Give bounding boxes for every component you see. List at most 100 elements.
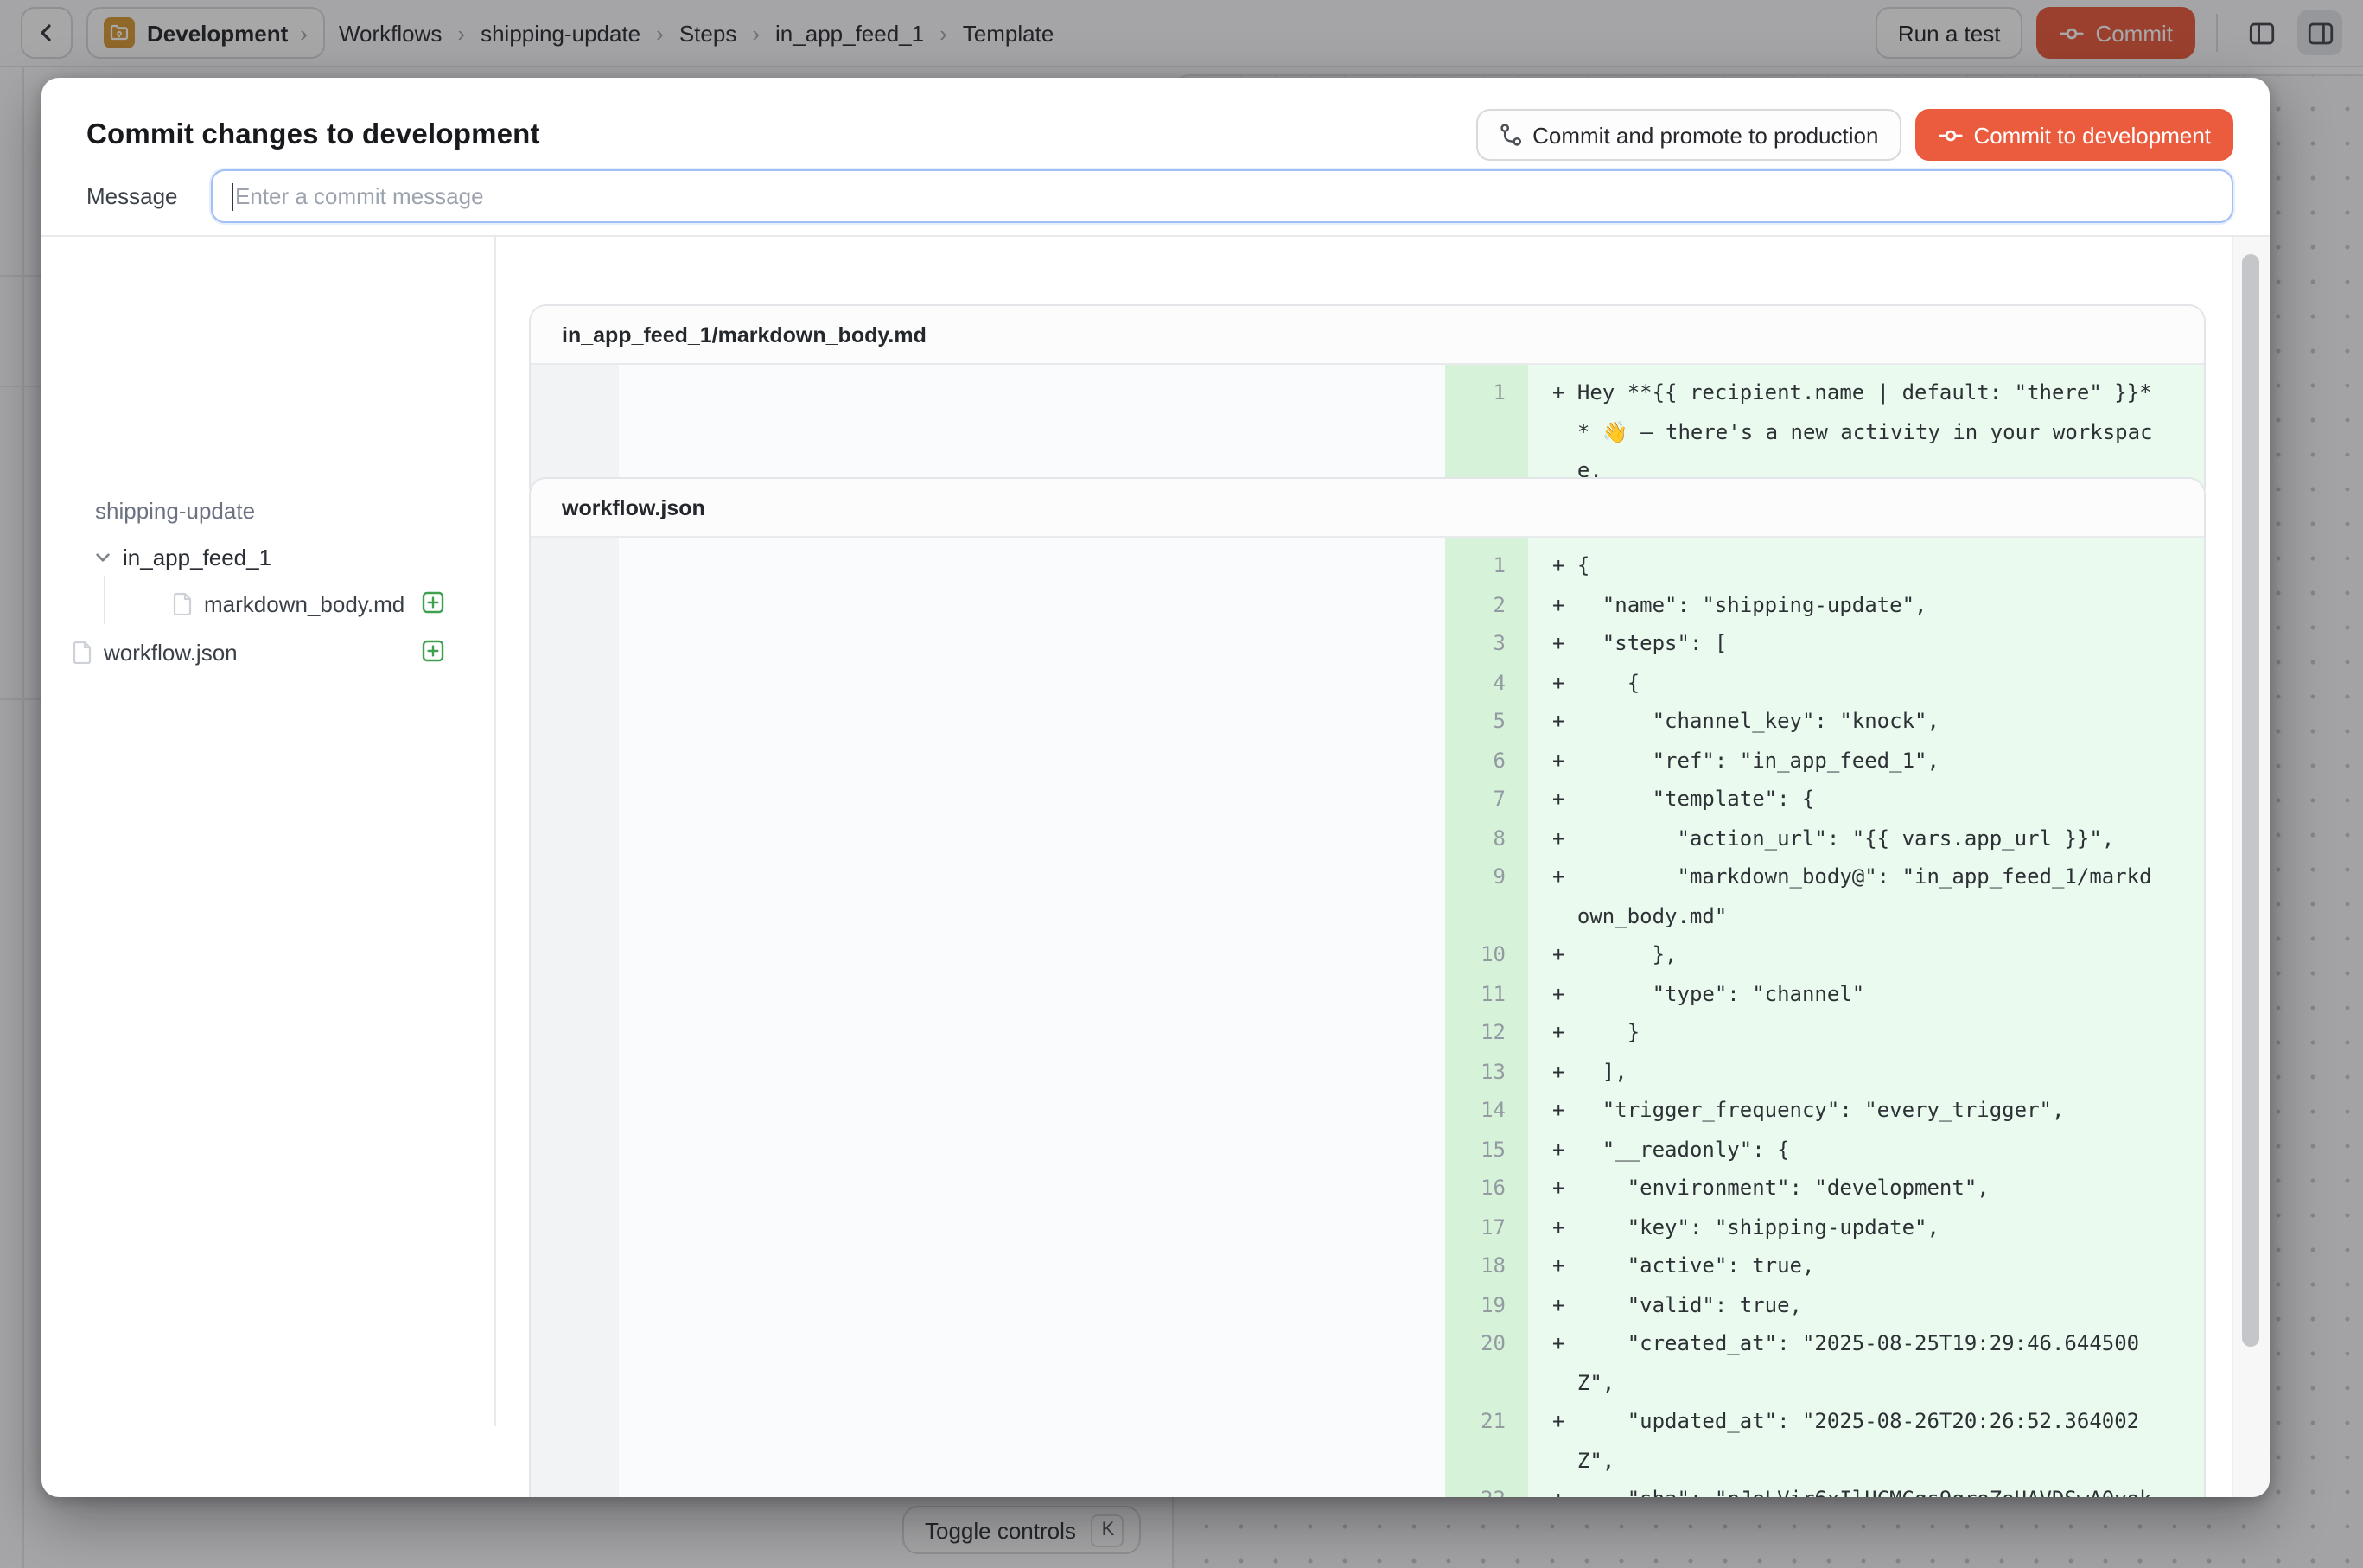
- file-icon: [73, 640, 93, 664]
- line-code: + "environment": "development",: [1528, 1169, 2204, 1208]
- commit-message-input[interactable]: [213, 171, 2232, 221]
- line-code: + {: [1528, 546, 2204, 585]
- app-root: Development › Workflows›shipping-update›…: [0, 0, 2363, 1568]
- line-number: 3: [1445, 624, 1528, 663]
- line-number: 5: [1445, 702, 1528, 741]
- line-number: 12: [1445, 1013, 1528, 1052]
- line-code: + "updated_at": "2025-08-26T20:26:52.364…: [1528, 1402, 2204, 1480]
- chevron-down-icon: [93, 547, 112, 566]
- diff-line: 5+ "channel_key": "knock",: [1445, 702, 2204, 741]
- modal-header: Commit changes to development Commit and…: [86, 109, 2233, 161]
- commit-and-promote-button[interactable]: Commit and promote to production: [1475, 109, 1901, 161]
- line-code: + {: [1528, 663, 2204, 702]
- line-code: + "channel_key": "knock",: [1528, 702, 2204, 741]
- promote-branch-icon: [1498, 123, 1522, 147]
- line-code: + ],: [1528, 1052, 2204, 1091]
- line-number: 17: [1445, 1208, 1528, 1246]
- line-number: 15: [1445, 1130, 1528, 1169]
- modal-scrollbar[interactable]: [2232, 237, 2270, 1497]
- tree-root-label: shipping-update: [95, 497, 255, 523]
- diff-line: 7+ "template": {: [1445, 780, 2204, 819]
- modal-title: Commit changes to development: [86, 118, 540, 151]
- message-label: Message: [86, 183, 211, 209]
- line-code: + "markdown_body@": "in_app_feed_1/markd…: [1528, 857, 2204, 935]
- tree-guide-line: [104, 576, 105, 624]
- diff-line: 2+ "name": "shipping-update",: [1445, 585, 2204, 624]
- diff-line: 15+ "__readonly": {: [1445, 1130, 2204, 1169]
- commit-to-development-label: Commit to development: [1973, 122, 2211, 148]
- tree-file-label: markdown_body.md: [204, 590, 404, 616]
- line-number: 6: [1445, 741, 1528, 780]
- line-number: 14: [1445, 1091, 1528, 1130]
- line-number: 18: [1445, 1246, 1528, 1285]
- line-number: 7: [1445, 780, 1528, 819]
- line-number: 2: [1445, 585, 1528, 624]
- line-code: + "template": {: [1528, 780, 2204, 819]
- changed-files-tree: shipping-update in_app_feed_1 markdown_b…: [41, 237, 494, 1497]
- line-number: 16: [1445, 1169, 1528, 1208]
- diff-new-side: 1+ {2+ "name": "shipping-update",3+ "ste…: [1445, 538, 2204, 1497]
- line-number: 20: [1445, 1324, 1528, 1363]
- diff-filename: workflow.json: [531, 479, 2204, 538]
- line-number: 21: [1445, 1402, 1528, 1441]
- line-code: + "active": true,: [1528, 1246, 2204, 1285]
- line-code: + },: [1528, 935, 2204, 974]
- line-number: 10: [1445, 935, 1528, 974]
- line-code: + }: [1528, 1013, 2204, 1052]
- line-code: + "__readonly": {: [1528, 1130, 2204, 1169]
- diff-line: 10+ },: [1445, 935, 2204, 974]
- diff-line: 4+ {: [1445, 663, 2204, 702]
- line-number: 19: [1445, 1285, 1528, 1324]
- line-code: + "type": "channel": [1528, 974, 2204, 1013]
- line-code: + "action_url": "{{ vars.app_url }}",: [1528, 819, 2204, 857]
- line-code: + "steps": [: [1528, 624, 2204, 663]
- line-number: 11: [1445, 974, 1528, 1013]
- commit-message-field: [211, 169, 2233, 223]
- line-number: 4: [1445, 663, 1528, 702]
- line-code: + "name": "shipping-update",: [1528, 585, 2204, 624]
- diff-line: 12+ }: [1445, 1013, 2204, 1052]
- diff-line: 17+ "key": "shipping-update",: [1445, 1208, 2204, 1246]
- line-code: + "trigger_frequency": "every_trigger",: [1528, 1091, 2204, 1130]
- line-code: + "valid": true,: [1528, 1285, 2204, 1324]
- tree-folder-label: in_app_feed_1: [123, 544, 271, 570]
- commit-message-row: Message: [86, 169, 2233, 223]
- commit-modal: Commit changes to development Commit and…: [41, 78, 2270, 1497]
- file-icon: [173, 591, 194, 615]
- tree-file-label: workflow.json: [104, 639, 238, 665]
- added-file-icon: [422, 591, 444, 614]
- diff-line: 9+ "markdown_body@": "in_app_feed_1/mark…: [1445, 857, 2204, 935]
- line-number: 9: [1445, 857, 1528, 896]
- tree-divider: [494, 237, 496, 1426]
- line-code: + "key": "shipping-update",: [1528, 1208, 2204, 1246]
- diff-panel-markdown: in_app_feed_1/markdown_body.md 1+ Hey **…: [529, 304, 2206, 502]
- diff-filename: in_app_feed_1/markdown_body.md: [531, 306, 2204, 365]
- tree-file-item[interactable]: workflow.json: [73, 629, 494, 674]
- diff-line: 20+ "created_at": "2025-08-25T19:29:46.6…: [1445, 1324, 2204, 1402]
- commit-to-development-button[interactable]: Commit to development: [1914, 109, 2233, 161]
- diff-line: 22+ "sha": "pJeLVir6xIlUCMGqs9qroZoUAVDS…: [1445, 1480, 2204, 1497]
- tree-root-item[interactable]: shipping-update: [95, 488, 255, 532]
- tree-folder-item[interactable]: in_app_feed_1: [93, 534, 271, 579]
- scrollbar-thumb[interactable]: [2242, 254, 2259, 1347]
- diff-line: 11+ "type": "channel": [1445, 974, 2204, 1013]
- modal-actions: Commit and promote to production Commit …: [1475, 109, 2233, 161]
- diff-line: 6+ "ref": "in_app_feed_1",: [1445, 741, 2204, 780]
- line-number: 13: [1445, 1052, 1528, 1091]
- line-number: 1: [1445, 373, 1528, 412]
- tree-file-item[interactable]: markdown_body.md: [173, 581, 494, 626]
- diff-line: 14+ "trigger_frequency": "every_trigger"…: [1445, 1091, 2204, 1130]
- diff-line: 1+ Hey **{{ recipient.name | default: "t…: [1445, 373, 2204, 490]
- line-number: 8: [1445, 819, 1528, 857]
- line-number: 22: [1445, 1480, 1528, 1497]
- diff-line: 18+ "active": true,: [1445, 1246, 2204, 1285]
- line-number: 1: [1445, 546, 1528, 585]
- line-code: + Hey **{{ recipient.name | default: "th…: [1528, 373, 2204, 490]
- diff-line: 13+ ],: [1445, 1052, 2204, 1091]
- diff-line: 19+ "valid": true,: [1445, 1285, 2204, 1324]
- diff-old-side: [531, 538, 1445, 1497]
- line-code: + "ref": "in_app_feed_1",: [1528, 741, 2204, 780]
- commit-icon: [1937, 122, 1963, 148]
- diff-line: 21+ "updated_at": "2025-08-26T20:26:52.3…: [1445, 1402, 2204, 1480]
- diff-line: 8+ "action_url": "{{ vars.app_url }}",: [1445, 819, 2204, 857]
